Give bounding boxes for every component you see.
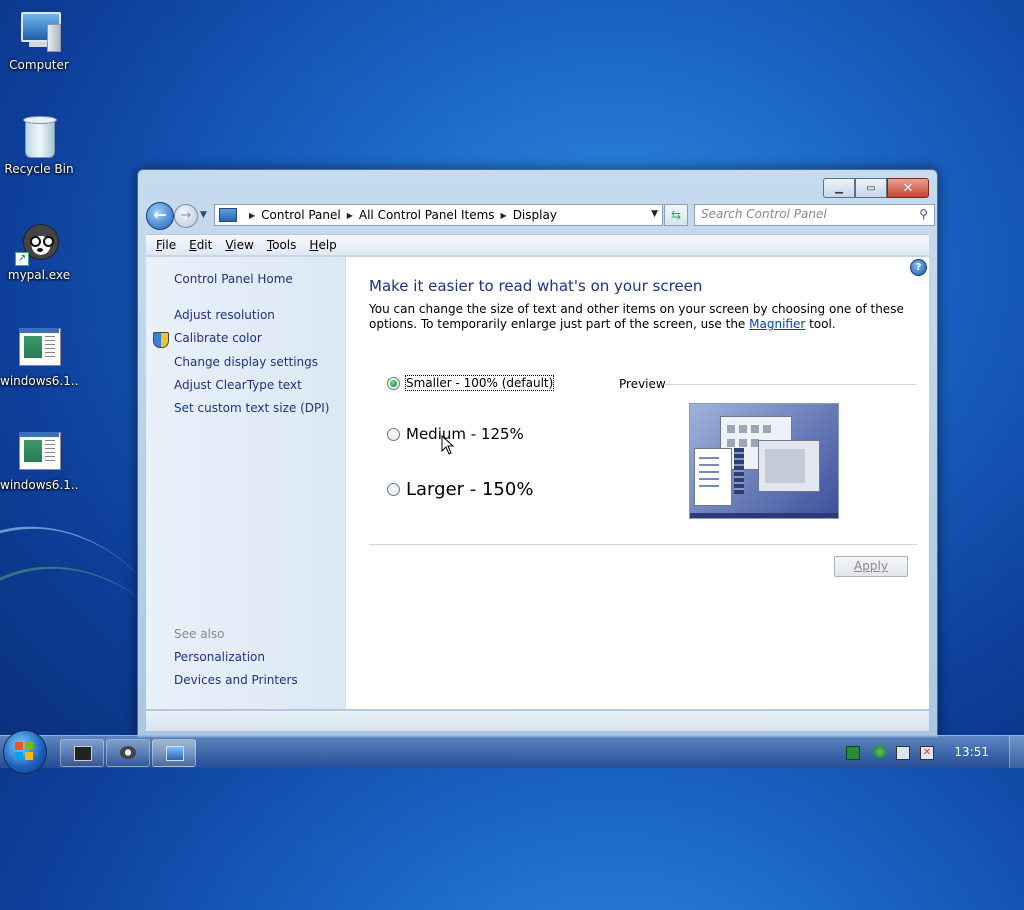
show-desktop-button[interactable] (1009, 736, 1024, 768)
breadcrumb-display[interactable]: Display (513, 208, 557, 222)
radio-medium[interactable] (387, 427, 400, 441)
status-bar (146, 710, 929, 731)
computer-icon (15, 8, 63, 56)
back-button[interactable]: ← (146, 202, 174, 230)
volume-muted-icon[interactable]: ✕ (920, 746, 934, 760)
adjust-resolution-link[interactable]: Adjust resolution (174, 308, 275, 322)
divider (369, 544, 917, 545)
control-panel-home-link[interactable]: Control Panel Home (174, 272, 293, 286)
control-panel-icon (166, 746, 184, 761)
radio-larger[interactable] (387, 483, 400, 496)
maximize-button[interactable]: ▭ (855, 178, 887, 198)
menu-help[interactable]: Help (309, 238, 336, 252)
see-also-heading: See also (174, 627, 225, 641)
desktop-icon-mypal[interactable]: ↗ mypal.exe (0, 218, 78, 282)
clock[interactable]: 13:51 (954, 745, 989, 759)
option-label: Medium - 125% (406, 425, 524, 443)
help-icon[interactable]: ? (910, 259, 927, 276)
search-input[interactable] (695, 205, 907, 223)
windows-logo-icon (15, 742, 35, 762)
menu-view[interactable]: View (225, 238, 253, 252)
main-pane: ? Make it easier to read what's on your … (346, 257, 929, 709)
taskbar-button-control-panel[interactable] (152, 739, 196, 767)
desktop-icon-label: windows6.1... (0, 478, 78, 492)
desktop-icon-label: mypal.exe (7, 268, 71, 282)
recycle-bin-icon (15, 112, 63, 160)
search-icon[interactable]: ⚲ (919, 207, 928, 221)
address-bar[interactable]: ▶ Control Panel ▶ All Control Panel Item… (214, 204, 663, 226)
forward-button[interactable]: → (174, 204, 198, 228)
custom-text-size-link[interactable]: Set custom text size (DPI) (174, 401, 329, 415)
minimize-button[interactable]: ▁ (823, 178, 855, 198)
taskbar: ✕ 13:51 (0, 730, 1024, 774)
start-button[interactable] (3, 730, 47, 774)
shortcut-arrow-icon: ↗ (15, 252, 29, 266)
preview-image (689, 403, 839, 519)
desktop-icon-windows-file-2[interactable]: windows6.1... (0, 428, 78, 492)
breadcrumb-separator-icon[interactable]: ▶ (249, 211, 255, 220)
option-label: Larger - 150% (406, 479, 534, 500)
taskbar-button-terminal[interactable] (60, 739, 104, 767)
tray-app-icon[interactable] (846, 746, 860, 760)
breadcrumb-separator-icon[interactable]: ▶ (501, 211, 507, 220)
page-title: Make it easier to read what's on your sc… (369, 277, 703, 295)
menu-bar: File Edit View Tools Help (146, 234, 929, 255)
menu-tools[interactable]: Tools (267, 238, 297, 252)
menu-edit[interactable]: Edit (189, 238, 212, 252)
content-area: Control Panel Home Adjust resolution Cal… (146, 256, 929, 709)
page-description: You can change the size of text and othe… (369, 302, 904, 331)
radio-smaller[interactable] (387, 376, 400, 390)
personalization-link[interactable]: Personalization (174, 650, 265, 664)
desktop-icon-label: Computer (9, 58, 69, 72)
raccoon-app-icon: ↗ (15, 218, 63, 266)
action-center-flag-icon[interactable] (874, 746, 886, 758)
control-panel-window: ▁ ▭ ✕ ← → ▼ ▶ Control Panel ▶ All Contro… (137, 169, 938, 738)
breadcrumb-separator-icon[interactable]: ▶ (347, 211, 353, 220)
breadcrumb-all-items[interactable]: All Control Panel Items (359, 208, 495, 222)
document-icon (15, 324, 63, 372)
option-larger[interactable]: Larger - 150% (387, 479, 533, 500)
navigation-bar: ← → ▼ ▶ Control Panel ▶ All Control Pane… (146, 202, 935, 230)
desktop-icon-computer[interactable]: Computer (0, 8, 78, 72)
adjust-cleartype-link[interactable]: Adjust ClearType text (174, 378, 302, 392)
taskbar-button-mypal[interactable] (106, 739, 150, 767)
history-dropdown-icon[interactable]: ▼ (200, 210, 210, 220)
preview-label: Preview (619, 377, 666, 391)
desktop-icon-label: windows6.1... (0, 374, 78, 388)
option-smaller[interactable]: Smaller - 100% (default) (387, 375, 555, 391)
desktop-icon-label: Recycle Bin (4, 162, 74, 176)
terminal-icon (74, 746, 92, 761)
calibrate-color-link[interactable]: Calibrate color (174, 331, 262, 345)
refresh-button[interactable]: ⇆ (664, 204, 688, 226)
raccoon-app-icon (120, 746, 136, 759)
preview-rule (664, 384, 917, 385)
address-dropdown-icon[interactable]: ▼ (651, 209, 658, 219)
option-label: Smaller - 100% (default) (404, 375, 555, 391)
option-medium[interactable]: Medium - 125% (387, 425, 524, 443)
menu-file[interactable]: File (156, 238, 176, 252)
task-pane: Control Panel Home Adjust resolution Cal… (146, 257, 346, 709)
desktop-icon-recycle-bin[interactable]: Recycle Bin (0, 112, 78, 176)
devices-printers-link[interactable]: Devices and Printers (174, 673, 298, 687)
magnifier-link[interactable]: Magnifier (749, 317, 805, 331)
document-icon (15, 428, 63, 476)
close-button[interactable]: ✕ (887, 178, 929, 198)
search-box[interactable]: ⚲ (694, 204, 935, 226)
desktop-icon-windows-file-1[interactable]: windows6.1... (0, 324, 78, 388)
uac-shield-icon (153, 332, 169, 348)
apply-button[interactable]: Apply (834, 556, 908, 577)
caption-buttons: ▁ ▭ ✕ (823, 178, 929, 198)
change-display-settings-link[interactable]: Change display settings (174, 355, 318, 369)
network-icon[interactable] (896, 746, 910, 760)
breadcrumb-control-panel[interactable]: Control Panel (261, 208, 341, 222)
control-panel-icon (219, 208, 237, 222)
